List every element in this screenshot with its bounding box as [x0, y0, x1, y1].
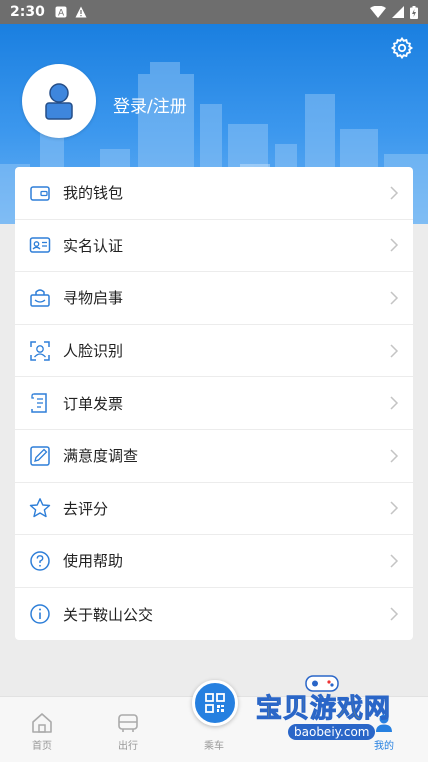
notification-a-icon: A: [55, 6, 67, 18]
lost-found-icon: [29, 287, 51, 309]
menu-item-label: 去评分: [63, 499, 109, 518]
menu-item-label: 使用帮助: [63, 552, 124, 571]
tab-home[interactable]: 首页: [2, 697, 82, 762]
settings-gear-icon[interactable]: [390, 36, 414, 60]
chevron-right-icon: [390, 238, 399, 252]
tab-mine[interactable]: 我的: [344, 697, 424, 762]
menu-item-rate[interactable]: 去评分: [15, 483, 413, 536]
signal-icon: [392, 6, 404, 18]
chevron-right-icon: [390, 501, 399, 515]
menu-card: 我的钱包 实名认证 寻物启事 人脸识别 订单发票 满意度调查 去评分 使用帮助: [15, 167, 413, 640]
face-scan-icon: [29, 340, 51, 362]
id-card-icon: [29, 234, 51, 256]
help-icon: [29, 550, 51, 572]
chevron-right-icon: [390, 449, 399, 463]
user-profile-icon: [376, 714, 392, 732]
chevron-right-icon: [390, 344, 399, 358]
tab-home-label: 首页: [32, 741, 52, 752]
star-icon: [29, 497, 51, 519]
menu-item-label: 关于鞍山公交: [63, 605, 154, 624]
wallet-icon: [29, 182, 51, 204]
invoice-icon: [29, 392, 51, 414]
scan-qr-ride-button[interactable]: [192, 680, 238, 726]
status-time: 2:30: [10, 4, 45, 20]
chevron-right-icon: [390, 554, 399, 568]
chevron-right-icon: [390, 186, 399, 200]
menu-item-satisfaction-survey[interactable]: 满意度调查: [15, 430, 413, 483]
svg-text:A: A: [58, 9, 65, 19]
menu-item-about[interactable]: 关于鞍山公交: [15, 588, 413, 641]
info-icon: [29, 603, 51, 625]
menu-item-real-name-auth[interactable]: 实名认证: [15, 220, 413, 273]
bus-icon: [118, 714, 138, 732]
menu-item-face-recognition[interactable]: 人脸识别: [15, 325, 413, 378]
menu-item-label: 满意度调查: [63, 447, 139, 466]
menu-item-label: 订单发票: [63, 394, 124, 413]
chevron-right-icon: [390, 291, 399, 305]
menu-item-label: 寻物启事: [63, 289, 124, 308]
tab-mine-label: 我的: [374, 741, 394, 752]
login-register-link[interactable]: 登录/注册: [113, 92, 187, 117]
status-bar: 2:30 A: [0, 0, 428, 24]
tab-travel[interactable]: 出行: [88, 697, 168, 762]
tab-ride-label: 乘车: [204, 741, 224, 752]
menu-item-label: 我的钱包: [63, 184, 124, 203]
user-avatar-icon: [45, 83, 73, 120]
avatar[interactable]: [22, 64, 96, 138]
warning-icon: [75, 6, 87, 18]
menu-item-label: 实名认证: [63, 236, 124, 255]
home-icon: [32, 713, 52, 733]
pencil-icon: [29, 445, 51, 467]
chevron-right-icon: [390, 396, 399, 410]
menu-item-label: 人脸识别: [63, 342, 124, 361]
qr-code-icon: [205, 693, 225, 713]
chevron-right-icon: [390, 607, 399, 621]
gamepad-logo-icon: [305, 675, 339, 692]
menu-item-order-invoice[interactable]: 订单发票: [15, 377, 413, 430]
wifi-icon: [370, 6, 386, 18]
menu-item-help[interactable]: 使用帮助: [15, 535, 413, 588]
battery-icon: [410, 5, 418, 19]
menu-item-lost-found[interactable]: 寻物启事: [15, 272, 413, 325]
menu-item-wallet[interactable]: 我的钱包: [15, 167, 413, 220]
tab-travel-label: 出行: [118, 741, 138, 752]
